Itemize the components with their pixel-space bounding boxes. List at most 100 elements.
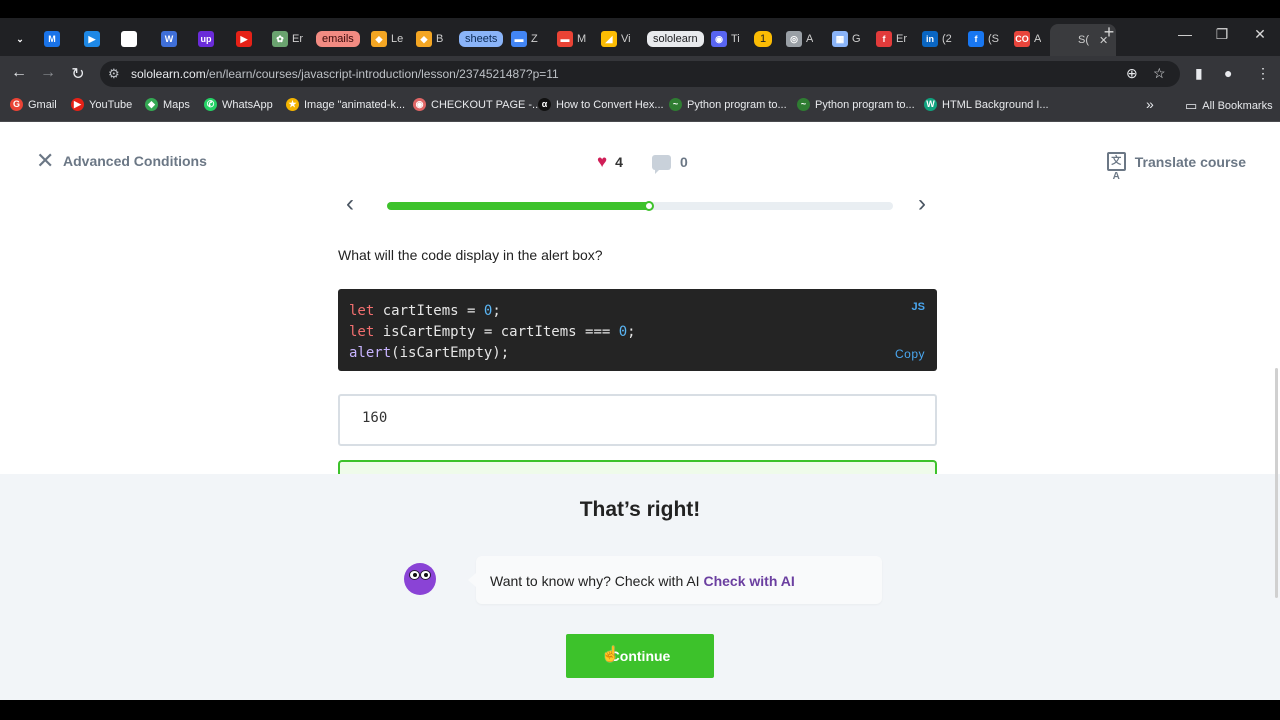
bookmark-item[interactable]: G Gmail: [10, 98, 57, 111]
tab-group-label: emails: [316, 31, 360, 47]
bookmark-item[interactable]: ~ Python program to...: [797, 98, 915, 111]
browser-tab[interactable]: ▬ M: [553, 26, 590, 52]
tab-favicon-icon: ◢: [601, 31, 617, 47]
likes-counter[interactable]: ♥ 4: [597, 153, 623, 170]
mascot-eye-left: [409, 570, 420, 580]
browser-tab[interactable]: ▬ Z: [507, 26, 542, 52]
bookmark-favicon-icon: ◆: [145, 98, 158, 111]
comments-counter[interactable]: 0: [652, 154, 688, 174]
browser-tab[interactable]: sheets: [455, 26, 507, 52]
tab-title: M: [577, 33, 587, 45]
comments-count: 0: [680, 154, 688, 170]
bookmark-label: Image "animated-k...: [304, 98, 406, 111]
chevron-right-icon[interactable]: ›: [918, 192, 926, 216]
tab-favicon-icon: CO: [1014, 31, 1030, 47]
browser-tab[interactable]: CO A: [1010, 26, 1045, 52]
tab-title: A: [1034, 33, 1042, 45]
browser-tab[interactable]: ◎: [117, 26, 141, 52]
tab-group-label: sololearn: [647, 31, 704, 47]
tab-favicon-icon: ◉: [711, 31, 727, 47]
browser-tab[interactable]: ▶: [232, 26, 256, 52]
back-button[interactable]: ←: [9, 64, 29, 82]
copy-code-button[interactable]: Copy: [895, 347, 925, 361]
browser-tab[interactable]: sololearn: [643, 26, 708, 52]
code-token: alert: [349, 345, 392, 361]
window-maximize-button[interactable]: ❐: [1203, 26, 1241, 43]
bookmark-item[interactable]: ◉ CHECKOUT PAGE -...: [413, 98, 541, 111]
browser-tab[interactable]: W: [157, 26, 181, 52]
window-close-button[interactable]: ✕: [1241, 26, 1279, 43]
browser-menu-icon[interactable]: ⋮: [1256, 65, 1270, 82]
code-token: let: [349, 324, 375, 340]
browser-tab[interactable]: ◆ Le: [367, 26, 407, 52]
bookmark-star-icon[interactable]: ☆: [1153, 65, 1166, 82]
browser-tab[interactable]: emails: [312, 26, 364, 52]
bookmark-item[interactable]: W HTML Background I...: [924, 98, 1049, 111]
browser-tab[interactable]: ▦ G: [828, 26, 865, 52]
tab-favicon-icon: ▬: [511, 31, 527, 47]
code-block: let cartItems = 0; let isCartEmpty = cart…: [338, 289, 937, 371]
continue-button[interactable]: Continue: [566, 634, 714, 678]
browser-tab[interactable]: f (S: [964, 26, 1003, 52]
chevron-left-icon[interactable]: ‹: [346, 192, 354, 216]
bookmark-item[interactable]: ✆ WhatsApp: [204, 98, 273, 111]
page-scrollbar[interactable]: [1275, 368, 1278, 598]
ai-mascot-icon: [404, 563, 436, 595]
bookmark-favicon-icon: ~: [669, 98, 682, 111]
tab-title: (2: [942, 33, 952, 45]
all-bookmarks-button[interactable]: ▭ All Bookmarks: [1185, 98, 1273, 114]
code-line: alert(isCartEmpty);: [349, 343, 636, 364]
close-icon[interactable]: ✕: [36, 150, 54, 172]
bookmark-item[interactable]: α How to Convert Hex...: [538, 98, 664, 111]
check-with-ai-link[interactable]: Check with AI: [703, 573, 794, 589]
bookmark-label: YouTube: [89, 98, 133, 111]
browser-tab[interactable]: ◆ B: [412, 26, 447, 52]
code-token: (isCartEmpty);: [391, 345, 510, 361]
tab-favicon-icon: ▬: [557, 31, 573, 47]
lesson-page: ✕ Advanced Conditions ♥ 4 0 文A Translate…: [0, 122, 1280, 700]
translate-icon: 文A: [1106, 152, 1126, 182]
bookmark-item[interactable]: ★ Image "animated-k...: [286, 98, 405, 111]
browser-tab[interactable]: in (2: [918, 26, 956, 52]
browser-tab[interactable]: up: [194, 26, 218, 52]
code-lines: let cartItems = 0; let isCartEmpty = cart…: [349, 301, 636, 364]
profile-avatar-icon[interactable]: ●: [1224, 65, 1232, 81]
tab-favicon-icon: f: [876, 31, 892, 47]
tab-favicon-icon: ◎: [121, 31, 137, 47]
tab-favicon-icon: ▶: [236, 31, 252, 47]
browser-tab[interactable]: 1: [750, 26, 776, 52]
tab-group-label: 1: [754, 31, 773, 47]
window-minimize-button[interactable]: —: [1166, 26, 1204, 42]
tab-favicon-icon: f: [968, 31, 984, 47]
side-panel-icon[interactable]: ▮: [1195, 65, 1203, 82]
site-info-icon[interactable]: ⚙: [108, 66, 120, 82]
browser-tab[interactable]: ▶: [80, 26, 104, 52]
browser-tab[interactable]: ◎ A: [782, 26, 817, 52]
browser-tabstrip: ⌄ M ▶ ◎ Wup ▶ ✿ Er emails ◆ Le ◆ Bsheets ▬ Z ▬ M ◢ Vi solol…: [0, 18, 1280, 56]
code-token: cartItems =: [374, 303, 484, 319]
zoom-icon[interactable]: ⊕: [1126, 65, 1138, 82]
browser-tab[interactable]: ✿ Er: [268, 26, 307, 52]
address-bar[interactable]: ⚙ sololearn.com/en/learn/courses/javascr…: [100, 61, 1180, 87]
tab-title: A: [806, 33, 814, 45]
bookmark-item[interactable]: ▶ YouTube: [71, 98, 132, 111]
forward-button[interactable]: →: [38, 64, 58, 82]
comment-bubble-icon: [652, 154, 671, 174]
bookmark-item[interactable]: ◆ Maps: [145, 98, 190, 111]
code-token: isCartEmpty = cartItems ===: [374, 324, 619, 340]
new-tab-button[interactable]: +: [1090, 22, 1128, 43]
browser-tab[interactable]: ◢ Vi: [597, 26, 635, 52]
browser-tab[interactable]: f Er: [872, 26, 911, 52]
code-token: let: [349, 303, 375, 319]
translate-course-button[interactable]: 文A Translate course: [1106, 152, 1246, 182]
ai-hint-text: Want to know why? Check with AI Check wi…: [490, 573, 795, 589]
browser-tab[interactable]: ◉ Ti: [707, 26, 744, 52]
bookmark-item[interactable]: ~ Python program to...: [669, 98, 787, 111]
answer-input[interactable]: 160: [338, 394, 937, 446]
bookmarks-overflow-icon[interactable]: »: [1146, 96, 1154, 112]
feedback-panel: That’s right! Want to know why? Check wi…: [0, 474, 1280, 700]
tab-favicon-icon: ▶: [84, 31, 100, 47]
reload-button[interactable]: ↻: [68, 64, 88, 84]
browser-tab[interactable]: M: [40, 26, 64, 52]
browser-tab[interactable]: ⌄: [8, 26, 32, 52]
